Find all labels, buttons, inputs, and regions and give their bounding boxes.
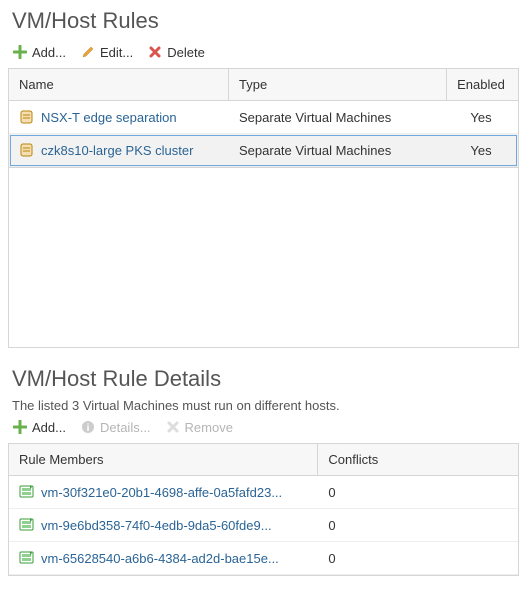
member-name[interactable]: vm-9e6bd358-74f0-4edb-9da5-60fde9...: [41, 518, 272, 533]
table-row[interactable]: NSX-T edge separation Separate Virtual Ma…: [9, 101, 518, 134]
add-label: Add...: [32, 45, 66, 60]
add-button[interactable]: Add...: [12, 44, 66, 60]
info-icon: i: [80, 419, 96, 435]
svg-text:i: i: [87, 423, 90, 434]
conflict-count: 0: [328, 551, 335, 566]
rule-type: Separate Virtual Machines: [239, 143, 391, 158]
delete-button[interactable]: Delete: [147, 44, 205, 60]
details-add-label: Add...: [32, 420, 66, 435]
vm-icon: [19, 550, 35, 566]
col-enabled[interactable]: Enabled: [447, 69, 515, 100]
rule-icon: [19, 142, 35, 158]
details-toolbar: Add... i Details... Remove: [0, 413, 527, 443]
rules-toolbar: Add... Edit... Delete: [0, 38, 527, 68]
details-add-button[interactable]: Add...: [12, 419, 66, 435]
col-member[interactable]: Rule Members: [9, 444, 318, 475]
col-name[interactable]: Name: [9, 69, 229, 100]
details-title: VM/Host Rule Details: [12, 366, 527, 392]
vm-icon: [19, 517, 35, 533]
delete-label: Delete: [167, 45, 205, 60]
conflict-count: 0: [328, 518, 335, 533]
rule-type: Separate Virtual Machines: [239, 110, 391, 125]
edit-label: Edit...: [100, 45, 133, 60]
details-table: Rule Members Conflicts vm-30f321e0-20b1-…: [8, 443, 519, 576]
edit-icon: [80, 44, 96, 60]
table-row[interactable]: vm-65628540-a6b6-4384-ad2d-bae15e... 0: [9, 542, 518, 575]
rules-table: Name Type Enabled NSX-T edge separation S…: [8, 68, 519, 168]
remove-label: Remove: [185, 420, 233, 435]
vm-icon: [19, 484, 35, 500]
member-name[interactable]: vm-65628540-a6b6-4384-ad2d-bae15e...: [41, 551, 279, 566]
table-row[interactable]: vm-30f321e0-20b1-4698-affe-0a5fafd23... 0: [9, 476, 518, 509]
rules-empty-space: [8, 168, 519, 348]
table-row[interactable]: vm-9e6bd358-74f0-4edb-9da5-60fde9... 0: [9, 509, 518, 542]
rules-title: VM/Host Rules: [12, 8, 527, 34]
rule-enabled: Yes: [470, 110, 491, 125]
add-icon: [12, 419, 28, 435]
edit-button[interactable]: Edit...: [80, 44, 133, 60]
rule-name[interactable]: NSX-T edge separation: [41, 110, 177, 125]
col-conflicts[interactable]: Conflicts: [318, 444, 518, 475]
remove-button: Remove: [165, 419, 233, 435]
delete-icon: [147, 44, 163, 60]
table-row[interactable]: czk8s10-large PKS cluster Separate Virtua…: [9, 134, 518, 167]
conflict-count: 0: [328, 485, 335, 500]
details-info-label: Details...: [100, 420, 151, 435]
remove-icon: [165, 419, 181, 435]
rule-enabled: Yes: [470, 143, 491, 158]
rule-icon: [19, 109, 35, 125]
col-type[interactable]: Type: [229, 69, 447, 100]
details-subtext: The listed 3 Virtual Machines must run o…: [12, 398, 527, 413]
rules-table-head: Name Type Enabled: [9, 69, 518, 101]
details-table-head: Rule Members Conflicts: [9, 444, 518, 476]
rule-name[interactable]: czk8s10-large PKS cluster: [41, 143, 193, 158]
member-name[interactable]: vm-30f321e0-20b1-4698-affe-0a5fafd23...: [41, 485, 282, 500]
add-icon: [12, 44, 28, 60]
details-info-button: i Details...: [80, 419, 151, 435]
